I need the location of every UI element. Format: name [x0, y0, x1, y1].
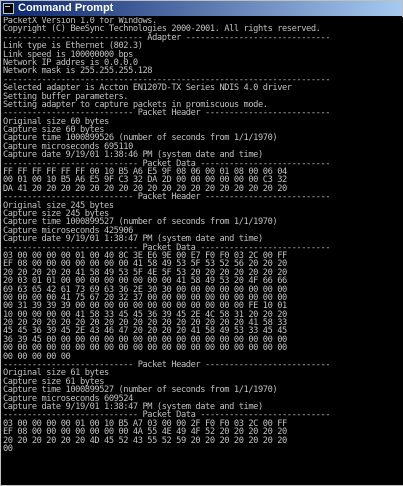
command-prompt-window: Command Prompt PacketX Version 1.0 for W… [0, 0, 403, 486]
window-title: Command Prompt [18, 2, 114, 14]
console-line: 20 20 20 20 20 20 4D 45 52 43 55 52 59 2… [3, 435, 287, 446]
console-line: 00 [3, 443, 13, 455]
console-output[interactable]: PacketX Version 1.0 for Windows. Copyrigh… [3, 17, 403, 485]
title-bar[interactable]: Command Prompt [1, 1, 402, 16]
console-icon[interactable] [3, 3, 14, 14]
